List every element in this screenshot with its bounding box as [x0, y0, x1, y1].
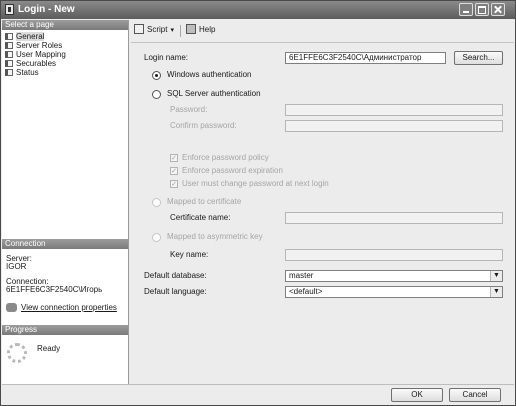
windows-auth-radio[interactable]	[152, 71, 161, 80]
login-name-input[interactable]: 6E1FFE6C3F2540C\Администратор	[285, 52, 446, 64]
connection-header: Connection	[2, 239, 128, 249]
sql-auth-radio[interactable]	[152, 90, 161, 99]
enforce-expiration-checkbox[interactable]: ✓	[170, 167, 178, 175]
toolbar-separator	[180, 25, 181, 37]
windows-auth-label: Windows authentication	[167, 70, 252, 79]
confirm-password-label: Confirm password:	[170, 121, 237, 130]
connection-value: 6E1FFE6C3F2540C\Игорь	[6, 285, 103, 294]
help-button[interactable]: Help	[186, 24, 215, 36]
chevron-down-icon: ▼	[490, 271, 502, 281]
certificate-name-dropdown[interactable]	[285, 212, 503, 224]
page-item-server-roles[interactable]: Server Roles	[5, 41, 62, 50]
enforce-policy-label: Enforce password policy	[182, 153, 269, 162]
help-icon	[186, 24, 196, 34]
login-new-window: Login - New Select a page General Server…	[0, 0, 516, 406]
progress-spinner-icon	[7, 343, 27, 363]
default-database-dropdown[interactable]: master ▼	[285, 270, 503, 282]
chevron-down-icon: ▼	[490, 287, 502, 297]
mapped-certificate-radio[interactable]	[152, 198, 161, 207]
must-change-checkbox[interactable]: ✓	[170, 180, 178, 188]
default-language-value: <default>	[289, 287, 323, 296]
login-name-label: Login name:	[144, 53, 189, 62]
server-value: IGOR	[6, 262, 27, 271]
toolbar: Script ▾ Help	[131, 21, 513, 41]
key-name-dropdown[interactable]	[285, 249, 503, 261]
default-language-label: Default language:	[144, 287, 207, 296]
enforce-expiration-label: Enforce password expiration	[182, 166, 283, 175]
view-connection-properties-link[interactable]: View connection properties	[6, 303, 117, 312]
progress-header: Progress	[2, 325, 128, 335]
page-icon	[5, 60, 13, 67]
page-item-status[interactable]: Status	[5, 68, 39, 77]
page-item-general[interactable]: General	[5, 32, 45, 41]
confirm-password-input[interactable]	[285, 120, 503, 132]
default-database-value: master	[289, 271, 314, 280]
enforce-policy-checkbox[interactable]: ✓	[170, 154, 178, 162]
page-item-securables[interactable]: Securables	[5, 59, 56, 68]
dialog-footer: OK Cancel	[2, 384, 514, 405]
close-button[interactable]	[491, 3, 505, 16]
key-name-label: Key name:	[170, 250, 209, 259]
password-input[interactable]	[285, 104, 503, 116]
mapped-asym-key-label: Mapped to asymmetric key	[167, 232, 263, 241]
script-icon	[134, 24, 144, 34]
page-item-label: Server Roles	[16, 41, 63, 50]
mapped-asym-key-radio[interactable]	[152, 233, 161, 242]
default-database-label: Default database:	[144, 271, 207, 280]
page-item-label: General	[16, 32, 45, 41]
page-icon	[5, 33, 13, 40]
minimize-button[interactable]	[459, 3, 473, 16]
page-item-user-mapping[interactable]: User Mapping	[5, 50, 66, 59]
view-connection-properties-label: View connection properties	[21, 303, 117, 312]
help-label: Help	[199, 25, 216, 34]
sql-auth-label: SQL Server authentication	[167, 89, 261, 98]
ok-button[interactable]: OK	[391, 388, 443, 402]
page-icon	[5, 51, 13, 58]
chevron-down-icon: ▾	[170, 27, 174, 34]
left-pane: Select a page General Server Roles User …	[2, 20, 129, 384]
script-button[interactable]: Script ▾	[134, 24, 174, 37]
must-change-label: User must change password at next login	[182, 179, 329, 188]
default-language-dropdown[interactable]: <default> ▼	[285, 286, 503, 298]
properties-icon	[6, 303, 17, 312]
script-label: Script	[147, 25, 168, 34]
progress-status: Ready	[37, 344, 61, 353]
select-page-header: Select a page	[2, 20, 128, 30]
page-item-label: Status	[16, 68, 39, 77]
title-bar[interactable]: Login - New	[1, 1, 515, 19]
cancel-button[interactable]: Cancel	[449, 388, 501, 402]
mapped-certificate-label: Mapped to certificate	[167, 197, 242, 206]
page-icon	[5, 69, 13, 76]
window-app-icon	[5, 4, 14, 15]
page-item-label: Securables	[16, 59, 57, 68]
password-label: Password:	[170, 105, 208, 114]
certificate-name-label: Certificate name:	[170, 213, 231, 222]
page-item-label: User Mapping	[16, 50, 66, 59]
maximize-button[interactable]	[475, 3, 489, 16]
page-icon	[5, 42, 13, 49]
window-title: Login - New	[18, 4, 75, 15]
search-button[interactable]: Search...	[454, 51, 503, 65]
toolbar-divider	[131, 42, 514, 43]
